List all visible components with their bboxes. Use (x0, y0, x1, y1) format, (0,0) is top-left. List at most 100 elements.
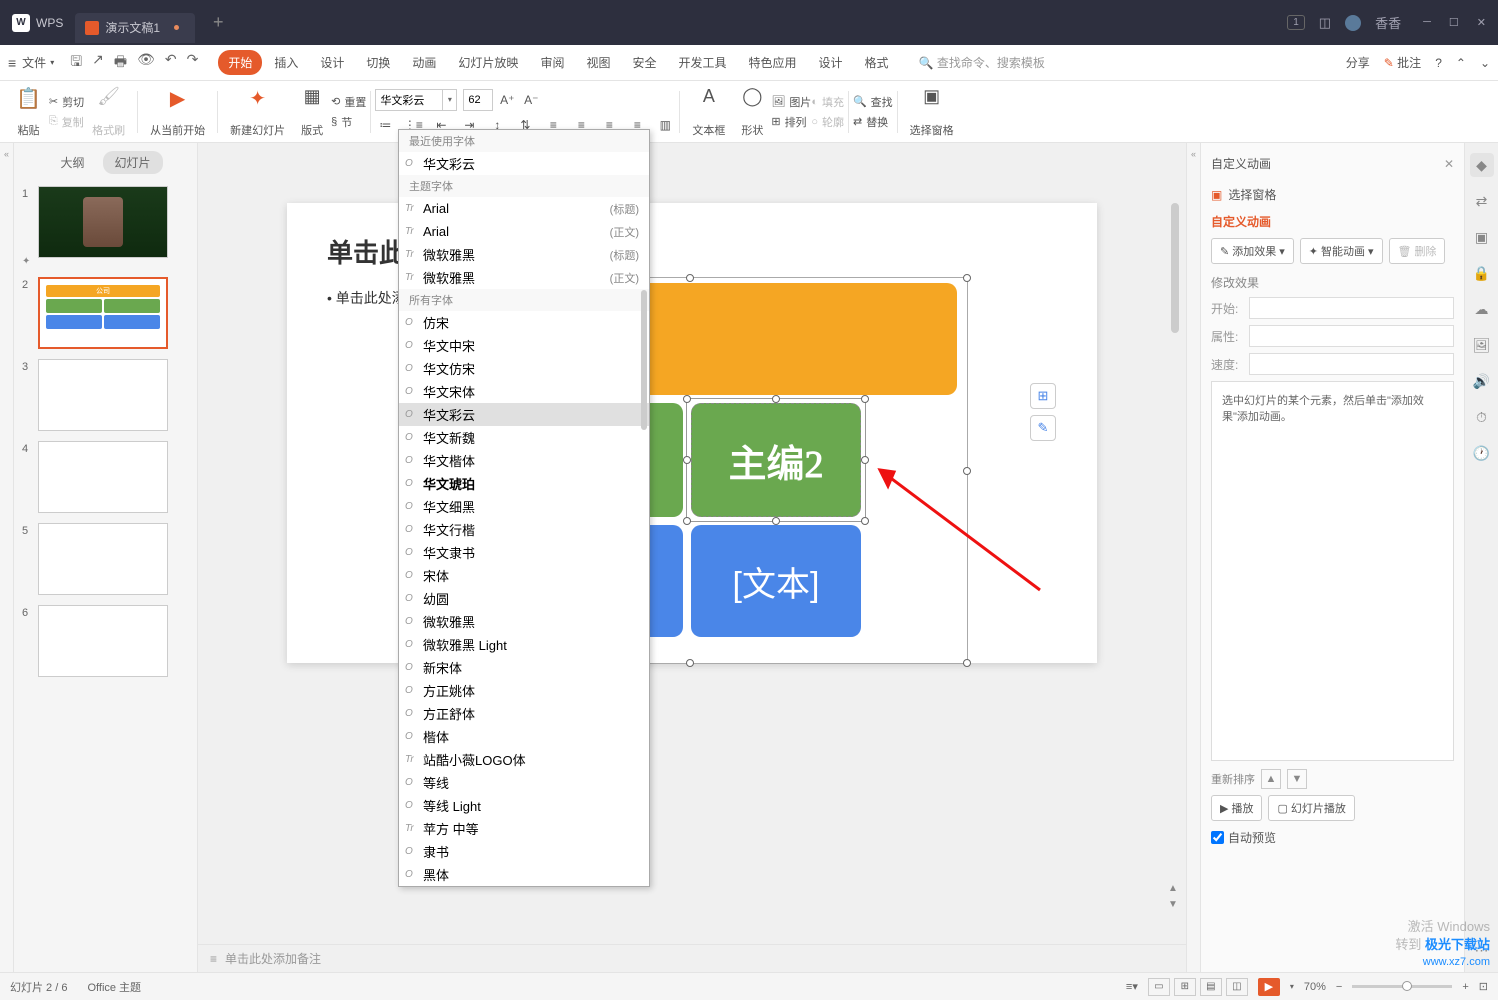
notes-view-icon[interactable]: ◫ (1226, 978, 1248, 996)
strip-image-icon[interactable]: 🖼 (1470, 333, 1494, 357)
move-down-button[interactable]: ▼ (1287, 769, 1307, 789)
command-search[interactable]: 🔍 查找命令、搜索模板 (919, 54, 1045, 71)
find-button[interactable]: 🔍查找 (853, 94, 893, 110)
font-name-dropdown-icon[interactable]: ▾ (443, 89, 457, 111)
fill-button[interactable]: ◐填充 (811, 94, 844, 110)
font-option[interactable]: O等线 (399, 771, 649, 794)
play-dropdown-icon[interactable]: ▾ (1290, 982, 1294, 991)
slide-thumb-6[interactable]: 6 (22, 605, 189, 677)
move-up-button[interactable]: ▲ (1261, 769, 1281, 789)
tab-transition[interactable]: 切换 (356, 50, 400, 75)
zoom-out-icon[interactable]: − (1336, 981, 1342, 993)
smartart-layout-icon[interactable]: ⊞ (1030, 383, 1056, 409)
cut-button[interactable]: ✂剪切 (49, 94, 84, 110)
font-option[interactable]: O华文行楷 (399, 518, 649, 541)
property-combo[interactable] (1249, 325, 1454, 347)
arrange-button[interactable]: ⊞排列 (771, 114, 811, 130)
tab-animation[interactable]: 动画 (402, 50, 446, 75)
user-avatar-icon[interactable] (1345, 15, 1361, 31)
slide-canvas[interactable]: 单击此处添加 • 单击此处添 主编2 (198, 143, 1186, 944)
strip-transition-icon[interactable]: ⇄ (1470, 189, 1494, 213)
tab-format[interactable]: 格式 (855, 50, 899, 75)
font-option[interactable]: Tr微软雅黑(标题) (399, 243, 649, 266)
font-dropdown[interactable]: 最近使用字体 O华文彩云 主题字体 TrArial(标题)TrArial(正文)… (398, 129, 650, 887)
tab-special[interactable]: 特色应用 (739, 50, 807, 75)
section-button[interactable]: §节 (331, 114, 366, 130)
font-option[interactable]: O华文仿宋 (399, 357, 649, 380)
font-option[interactable]: O方正舒体 (399, 702, 649, 725)
minimize-button[interactable]: ─ (1423, 16, 1431, 29)
strip-history-icon[interactable]: 🕐 (1470, 441, 1494, 465)
select-pane-button[interactable]: ▣ 选择窗格 (902, 86, 962, 138)
collapse-right-button[interactable]: « (1186, 143, 1200, 972)
font-option[interactable]: O华文细黑 (399, 495, 649, 518)
tab-devtools[interactable]: 开发工具 (668, 50, 736, 75)
font-size-input[interactable] (463, 89, 493, 111)
file-menu[interactable]: 文件 ▾ (16, 54, 60, 71)
strip-security-icon[interactable]: 🔒 (1470, 261, 1494, 285)
shape-button[interactable]: ◯ 形状 (733, 86, 771, 138)
start-combo[interactable] (1249, 297, 1454, 319)
delete-anim-button[interactable]: 🗑删除 (1389, 238, 1446, 264)
vertical-scrollbar[interactable]: ▲ ▼ (1168, 143, 1182, 914)
fit-window-icon[interactable]: ⊡ (1479, 980, 1488, 993)
font-option[interactable]: O等线 Light (399, 794, 649, 817)
font-option[interactable]: O幼圆 (399, 587, 649, 610)
notification-badge[interactable]: 1 (1287, 15, 1305, 30)
help-icon[interactable]: ? (1435, 56, 1442, 70)
font-option[interactable]: TrArial(正文) (399, 220, 649, 243)
increase-font-icon[interactable]: A⁺ (497, 90, 517, 110)
reset-button[interactable]: ⟲重置 (331, 94, 366, 110)
font-option[interactable]: O宋体 (399, 564, 649, 587)
slide-thumb-4[interactable]: 4 (22, 441, 189, 513)
bullets-icon[interactable]: ≔ (375, 115, 395, 135)
font-name-combo[interactable]: ▾ (375, 89, 457, 111)
normal-view-icon[interactable]: ▭ (1148, 978, 1170, 996)
font-option[interactable]: O隶书 (399, 840, 649, 863)
smart-anim-button[interactable]: ✦智能动画 ▾ (1300, 238, 1383, 264)
slide-thumb-3[interactable]: 3 (22, 359, 189, 431)
tab-insert[interactable]: 插入 (264, 50, 308, 75)
document-tab[interactable]: 演示文稿1 (75, 13, 195, 43)
replace-button[interactable]: ⇄替换 (853, 114, 893, 130)
font-option[interactable]: O华文中宋 (399, 334, 649, 357)
select-pane-row[interactable]: ▣ 选择窗格 (1211, 186, 1454, 203)
tab-view[interactable]: 视图 (576, 50, 620, 75)
collapse-ribbon-icon[interactable]: ⌃ (1456, 56, 1466, 70)
paste-group[interactable]: 📋 粘贴 (8, 86, 49, 138)
print-preview-icon[interactable]: 👁 (137, 51, 155, 75)
undo-icon[interactable]: ↶ (165, 51, 177, 75)
close-pane-icon[interactable]: ✕ (1444, 157, 1454, 171)
font-option[interactable]: O华文隶书 (399, 541, 649, 564)
outline-button[interactable]: ○轮廓 (811, 114, 844, 130)
slide-thumb-1[interactable]: 1✦ (22, 186, 189, 267)
speed-combo[interactable] (1249, 353, 1454, 375)
annotate-button[interactable]: ✎ 批注 (1384, 54, 1421, 71)
share-button[interactable]: 分享 (1346, 54, 1370, 71)
font-option[interactable]: O华文琥珀 (399, 472, 649, 495)
font-option[interactable]: O华文楷体 (399, 449, 649, 472)
strip-audio-icon[interactable]: 🔊 (1470, 369, 1494, 393)
from-current-button[interactable]: ▶ 从当前开始 (142, 86, 213, 138)
dropdown-scrollbar[interactable] (641, 290, 647, 430)
font-option[interactable]: O黑体 (399, 863, 649, 886)
layout-button[interactable]: ▦ 版式 (293, 86, 331, 138)
slide-thumb-2[interactable]: 2 公司 (22, 277, 189, 349)
tab-review[interactable]: 审阅 (530, 50, 574, 75)
settings-icon[interactable]: ⌄ (1480, 56, 1490, 70)
tab-security[interactable]: 安全 (622, 50, 666, 75)
font-option[interactable]: Tr微软雅黑(正文) (399, 266, 649, 289)
font-option[interactable]: TrArial(标题) (399, 197, 649, 220)
font-option[interactable]: Tr站酷小薇LOGO体 (399, 748, 649, 771)
format-painter-button[interactable]: 🖌 格式刷 (84, 86, 133, 138)
notes-toggle-icon[interactable]: ≡▾ (1126, 980, 1138, 993)
strip-design-icon[interactable]: ◆ (1470, 153, 1494, 177)
columns-icon[interactable]: ▥ (655, 115, 675, 135)
zoom-label[interactable]: 70% (1304, 981, 1326, 993)
font-option[interactable]: Tr苹方 中等 (399, 817, 649, 840)
font-option[interactable]: O微软雅黑 (399, 610, 649, 633)
collapse-left-button[interactable]: « (0, 143, 14, 972)
decrease-font-icon[interactable]: A⁻ (521, 90, 541, 110)
slideshow-button[interactable]: ▢幻灯片播放 (1268, 795, 1354, 821)
picture-button[interactable]: 🖼图片 (771, 94, 811, 110)
